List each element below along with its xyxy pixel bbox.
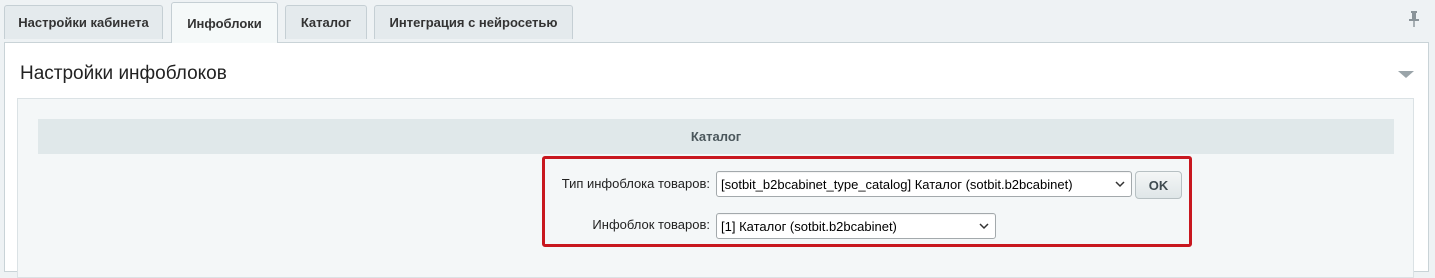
infoblock-settings-panel: Настройки инфоблоков Каталог Тип инфобло… (4, 42, 1429, 278)
tab-cabinet-settings[interactable]: Настройки кабинета (4, 5, 163, 39)
tab-label: Настройки кабинета (18, 15, 149, 30)
ok-button[interactable]: OK (1135, 171, 1182, 199)
section-header: Каталог (38, 119, 1394, 154)
tab-bar: Настройки кабинета Инфоблоки Каталог Инт… (0, 0, 1435, 43)
iblock-select[interactable]: [1] Каталог (sotbit.b2bcabinet) (716, 213, 996, 239)
tab-catalog[interactable]: Каталог (285, 5, 367, 39)
panel-title: Настройки инфоблоков (20, 63, 227, 84)
iblock-type-select[interactable]: [sotbit_b2bcabinet_type_catalog] Каталог… (716, 171, 1132, 197)
tab-infoblocks[interactable]: Инфоблоки (171, 2, 278, 43)
section-title: Каталог (690, 129, 742, 144)
tab-label: Каталог (300, 15, 352, 30)
tab-label: Инфоблоки (187, 15, 262, 31)
tab-ai-integration[interactable]: Интеграция с нейросетью (374, 5, 573, 39)
iblock-type-label: Тип инфоблока товаров: (561, 176, 710, 191)
iblock-label: Инфоблок товаров: (592, 217, 710, 232)
chevron-down-icon (979, 223, 989, 230)
settings-form-area: Каталог Тип инфоблока товаров: [sotbit_b… (17, 98, 1414, 278)
collapse-arrow-icon[interactable] (1398, 71, 1414, 78)
ok-button-label: OK (1148, 177, 1169, 193)
iblock-type-value: [sotbit_b2bcabinet_type_catalog] Каталог… (721, 176, 1073, 192)
iblock-value: [1] Каталог (sotbit.b2bcabinet) (721, 218, 897, 234)
pin-icon[interactable] (1407, 10, 1421, 28)
chevron-down-icon (1115, 181, 1125, 188)
tab-label: Интеграция с нейросетью (389, 15, 558, 30)
